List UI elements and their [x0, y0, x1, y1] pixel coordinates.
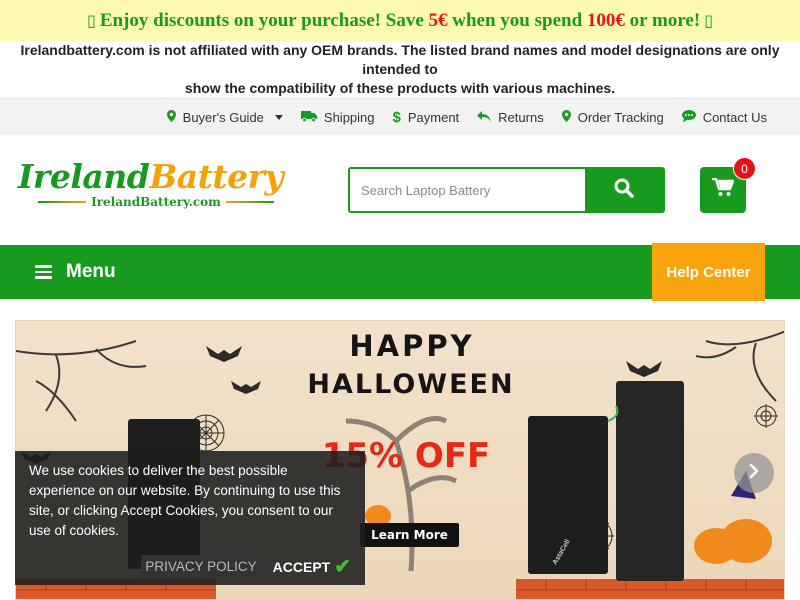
nav-returns[interactable]: Returns — [477, 110, 544, 125]
gift-icon: ▯ — [87, 11, 96, 30]
learn-more-button[interactable]: Learn More — [360, 523, 459, 547]
cart-count-badge: 0 — [733, 157, 756, 180]
chevron-right-icon — [748, 463, 760, 484]
cookie-message: We use cookies to deliver the best possi… — [29, 463, 341, 538]
nav-shipping-label: Shipping — [323, 109, 375, 125]
nav-shipping[interactable]: Shipping — [300, 109, 375, 125]
logo-divider — [225, 201, 274, 203]
nav-buyers-guide[interactable]: Buyer's Guide — [166, 109, 283, 125]
promo-bar: ▯ Enjoy discounts on your purchase! Save… — [0, 0, 800, 41]
disclaimer-line-1: Irelandbattery.com is not affiliated wit… — [20, 42, 780, 77]
menu-label: Menu — [66, 261, 116, 282]
help-center-button[interactable]: Help Center — [652, 243, 765, 301]
nav-returns-label: Returns — [498, 109, 544, 125]
disclaimer-line-2: show the compatibility of these products… — [184, 80, 616, 96]
banner-line1: HAPPY — [349, 329, 474, 363]
nav-order-tracking-label: Order Tracking — [577, 109, 664, 125]
search-icon — [614, 178, 634, 203]
nav-buyers-guide-label: Buyer's Guide — [182, 109, 264, 125]
search-button[interactable] — [585, 169, 663, 211]
logo-subtext: IrelandBattery.com — [91, 195, 221, 209]
menu-button[interactable]: Menu — [35, 245, 116, 299]
nav-contact-us[interactable]: Contact Us — [681, 109, 767, 125]
banner-line2: HALLOWEEN — [307, 369, 514, 400]
dollar-icon: $ — [392, 108, 401, 126]
oem-disclaimer: Irelandbattery.com is not affiliated wit… — [0, 41, 800, 99]
cart-icon — [712, 177, 735, 202]
reply-icon — [477, 110, 492, 124]
truck-icon — [300, 110, 317, 124]
logo-text-ireland: Ireland — [18, 157, 150, 196]
promo-save-amount: 5€ — [428, 9, 448, 31]
main-nav: Menu Help Center — [0, 243, 800, 301]
logo-text-battery: Battery — [149, 157, 284, 196]
promo-text-middle: when you spend — [447, 9, 587, 31]
accept-cookies-button[interactable]: ACCEPT ✔ — [273, 554, 351, 579]
chat-icon — [681, 110, 696, 124]
site-logo[interactable]: IrelandBattery IrelandBattery.com — [18, 157, 294, 215]
chevron-down-icon — [274, 114, 283, 120]
nav-order-tracking[interactable]: Order Tracking — [561, 109, 664, 125]
nav-payment[interactable]: $ Payment — [393, 110, 460, 125]
cookie-consent-banner: We use cookies to deliver the best possi… — [15, 451, 365, 585]
map-marker-icon — [166, 110, 176, 124]
logo-divider — [38, 201, 87, 203]
nav-payment-label: Payment — [407, 109, 460, 125]
slider-next-button[interactable] — [734, 453, 774, 493]
check-icon: ✔ — [334, 556, 351, 578]
utility-nav: Buyer's Guide Shipping $ Payment Returns… — [0, 99, 800, 135]
promo-text-after: or more! — [624, 9, 701, 31]
cart-button[interactable]: 0 — [700, 157, 756, 213]
promo-spend-amount: 100€ — [586, 9, 625, 31]
promo-text-before: Enjoy discounts on your purchase! Save — [99, 9, 429, 31]
hamburger-icon — [35, 265, 52, 279]
gift-icon: ▯ — [704, 11, 713, 30]
map-marker-icon — [561, 110, 571, 124]
accept-label: ACCEPT — [272, 558, 331, 575]
search-input[interactable] — [350, 169, 585, 211]
site-header: IrelandBattery IrelandBattery.com 0 — [0, 135, 800, 245]
privacy-policy-link[interactable]: PRIVACY POLICY — [141, 555, 261, 578]
nav-contact-us-label: Contact Us — [702, 109, 767, 125]
search-bar — [348, 167, 665, 213]
